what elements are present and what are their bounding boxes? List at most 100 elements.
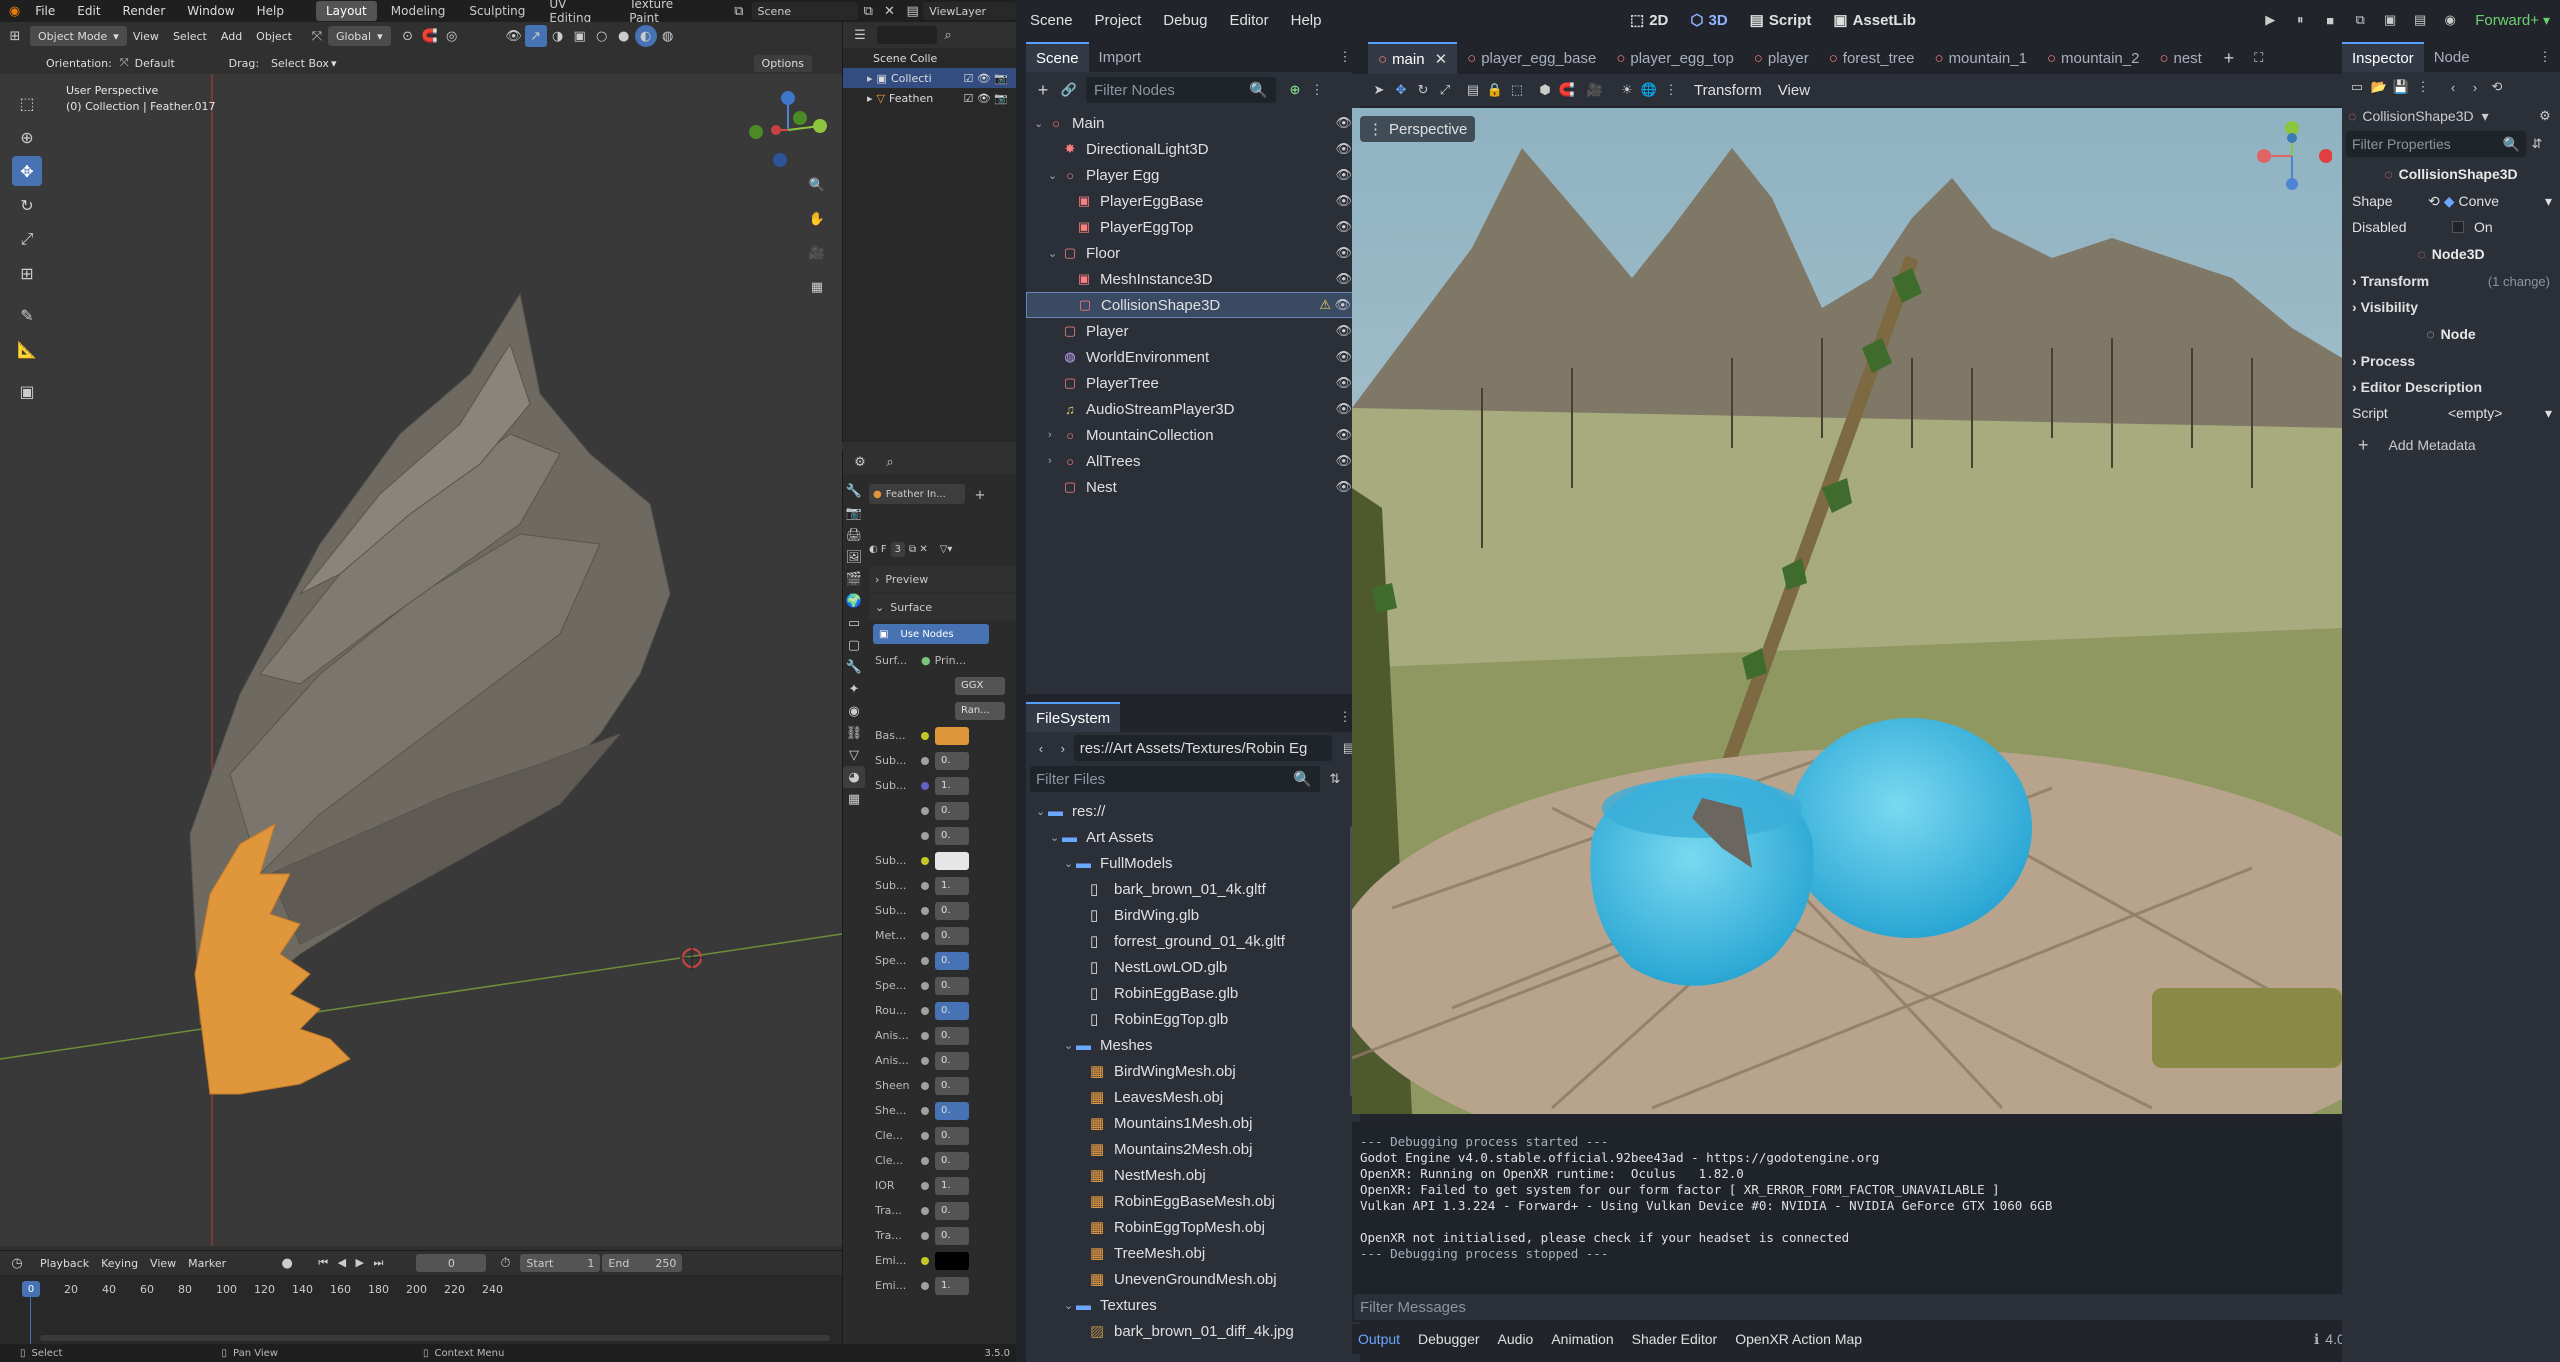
shader-input-value[interactable]: 0.	[935, 926, 969, 945]
fs-item-file[interactable]: ▯ RobinEggTop.glb	[1026, 1006, 1360, 1032]
play-scene-icon[interactable]: ▣	[2375, 9, 2405, 31]
outliner-search[interactable]	[877, 26, 937, 44]
scene-tab-nest[interactable]: ○ nest	[2149, 42, 2211, 74]
history-icon[interactable]: ⟲	[2486, 76, 2508, 98]
bottom-tab-shader-editor[interactable]: Shader Editor	[1632, 1331, 1718, 1347]
scale-tool-icon[interactable]: ⤢	[12, 224, 42, 254]
world-tab-icon[interactable]: 🌍	[843, 590, 865, 612]
godot-menu-help[interactable]: Help	[1291, 12, 1322, 29]
filter-messages-input[interactable]: Filter Messages🔍	[1354, 1294, 2376, 1320]
timeline-menu-view[interactable]: View	[150, 1257, 176, 1270]
list-select-icon[interactable]: ▤	[1462, 79, 1484, 101]
visibility-eye-icon[interactable]: 👁	[1335, 193, 1352, 209]
shader-input-value[interactable]: 0.	[935, 976, 969, 995]
fs-item-mesh[interactable]: ▦ BirdWingMesh.obj	[1026, 1058, 1360, 1084]
timeline-scrollbar[interactable]	[40, 1335, 830, 1341]
shader-input-value[interactable]: 0.	[935, 1101, 969, 1120]
transform-menu[interactable]: Transform	[1694, 82, 1762, 99]
surface-section[interactable]: ⌄ Surface	[869, 594, 1016, 620]
expand-arrow-icon[interactable]: ⌄	[1048, 247, 1062, 260]
visibility-eye-icon[interactable]: 👁	[1335, 271, 1352, 287]
inspector-menu-icon[interactable]: ⋮	[2534, 46, 2556, 68]
fs-item-mesh[interactable]: ▦ TreeMesh.obj	[1026, 1240, 1360, 1266]
transform-tool-icon[interactable]: ⊞	[12, 258, 42, 288]
editor-description-section[interactable]: › Editor Description	[2342, 374, 2560, 400]
godot-menu-editor[interactable]: Editor	[1229, 12, 1268, 29]
shader-input-value[interactable]: 1.	[935, 776, 969, 795]
delete-scene-icon[interactable]: ✕	[879, 0, 900, 22]
pause-icon[interactable]: ⏸	[2285, 9, 2315, 31]
shader-input-value[interactable]: 1.	[935, 1276, 969, 1295]
local-space-icon[interactable]: ⬢	[1534, 79, 1556, 101]
xray-icon[interactable]: ▣	[569, 25, 591, 47]
camera-preview-icon[interactable]: 🎥	[1584, 79, 1606, 101]
fs-item-file[interactable]: ▯ BirdWing.glb	[1026, 902, 1360, 928]
distraction-free-icon[interactable]: ⛶	[2248, 47, 2270, 69]
socket-icon[interactable]	[921, 1106, 929, 1115]
texture-tab-icon[interactable]: ▦	[843, 788, 865, 810]
resource-menu-icon[interactable]: ⋮	[2412, 76, 2434, 98]
viewlayer-selector[interactable]: ViewLayer	[923, 2, 1016, 20]
measure-tool-icon[interactable]: 📐	[12, 334, 42, 364]
fs-item-file[interactable]: ▯ forrest_ground_01_4k.gltf	[1026, 928, 1360, 954]
overlay-icon[interactable]: ◑	[547, 25, 569, 47]
outliner-filter-icon[interactable]: ⌕	[937, 24, 959, 46]
particles-tab-icon[interactable]: ✦	[843, 678, 865, 700]
collection-tab-icon[interactable]: ▭	[843, 612, 865, 634]
shader-input-value[interactable]: 0.	[935, 826, 969, 845]
socket-icon[interactable]	[921, 1156, 929, 1165]
open-resource-icon[interactable]: 📂	[2368, 76, 2390, 98]
socket-icon[interactable]	[921, 881, 929, 890]
camera-icon[interactable]: 🎥	[806, 242, 828, 264]
timeline-type-icon[interactable]: ◷	[6, 1252, 28, 1274]
scene-tab-main[interactable]: ○ main ✕	[1368, 42, 1458, 74]
bottom-tab-audio[interactable]: Audio	[1498, 1331, 1534, 1347]
socket-icon[interactable]	[921, 906, 929, 915]
tool-tab-icon[interactable]: 🔧	[843, 480, 865, 502]
current-frame[interactable]: 0	[416, 1254, 487, 1272]
scene-tab-forest-tree[interactable]: ○ forest_tree	[1819, 42, 1925, 74]
fs-item-mesh[interactable]: ▦ NestMesh.obj	[1026, 1162, 1360, 1188]
visibility-eye-icon[interactable]: 👁	[1335, 219, 1352, 235]
socket-icon[interactable]	[921, 856, 929, 865]
expand-arrow-icon[interactable]: ⌄	[1036, 805, 1048, 818]
fs-item-folder[interactable]: ⌄ ▬ Textures	[1026, 1292, 1360, 1318]
surface-shader-value[interactable]: Prin...	[935, 654, 966, 667]
scene-node-main[interactable]: ⌄ ○ Main 👁	[1026, 110, 1360, 136]
timeline-menu-marker[interactable]: Marker	[188, 1257, 226, 1270]
scene-tab-player[interactable]: ○ player	[1744, 42, 1819, 74]
material-slot[interactable]: ● Feather In...	[869, 484, 965, 504]
perspective-menu[interactable]: ⋮ Perspective	[1360, 116, 1476, 142]
property-options-icon[interactable]: ⇵	[2526, 133, 2548, 155]
scene-tab-icon[interactable]: 🎬	[843, 568, 865, 590]
expand-arrow-icon[interactable]: ⌄	[1050, 831, 1062, 844]
add-cube-tool-icon[interactable]: ▣	[12, 376, 42, 406]
editor-type-icon[interactable]: ⊞	[4, 25, 26, 47]
scene-node-playereggtop[interactable]: ▣ PlayerEggTop 👁	[1026, 214, 1360, 240]
instance-scene-icon[interactable]: ⊕	[1284, 79, 1306, 101]
fs-item-mesh[interactable]: ▦ LeavesMesh.obj	[1026, 1084, 1360, 1110]
scene-node-player[interactable]: ▢ Player 👁	[1026, 318, 1360, 344]
outliner-root[interactable]: Scene Colle	[843, 48, 1016, 68]
drag-value[interactable]: Select Box	[271, 57, 329, 70]
timeline-menu-playback[interactable]: Playback	[40, 1257, 89, 1270]
visibility-eye-icon[interactable]: 👁	[1335, 375, 1352, 391]
scene-node-mountaincollection[interactable]: › ○ MountainCollection 👁	[1026, 422, 1360, 448]
sort-icon[interactable]: ⇅	[1324, 768, 1346, 790]
dock-tab-import[interactable]: Import	[1089, 42, 1152, 72]
expand-arrow-icon[interactable]: ›	[1048, 455, 1062, 467]
outliner-item-collection[interactable]: ▸ ▣ Collecti ☑ 👁 📷	[843, 68, 1016, 88]
godot-view-gizmo[interactable]	[2252, 116, 2332, 196]
material-shading-icon[interactable]: ◐	[634, 25, 657, 47]
expand-arrow-icon[interactable]: ⌄	[1064, 1039, 1076, 1052]
godot-menu-project[interactable]: Project	[1095, 12, 1142, 29]
scene-node-playereggbase[interactable]: ▣ PlayerEggBase 👁	[1026, 188, 1360, 214]
distribution-value[interactable]: GGX	[955, 676, 1005, 695]
workspace-tab-sculpting[interactable]: Sculpting	[459, 1, 535, 21]
filter-properties-input[interactable]: Filter Properties 🔍	[2346, 131, 2526, 157]
proportional-icon[interactable]: ◎	[441, 25, 463, 47]
workspace-2d[interactable]: ⬚ 2D	[1630, 11, 1668, 30]
output-tab-icon[interactable]: 🖨	[843, 524, 865, 546]
workspace-assetlib[interactable]: ▣ AssetLib	[1833, 11, 1916, 30]
bottom-tab-animation[interactable]: Animation	[1551, 1331, 1613, 1347]
